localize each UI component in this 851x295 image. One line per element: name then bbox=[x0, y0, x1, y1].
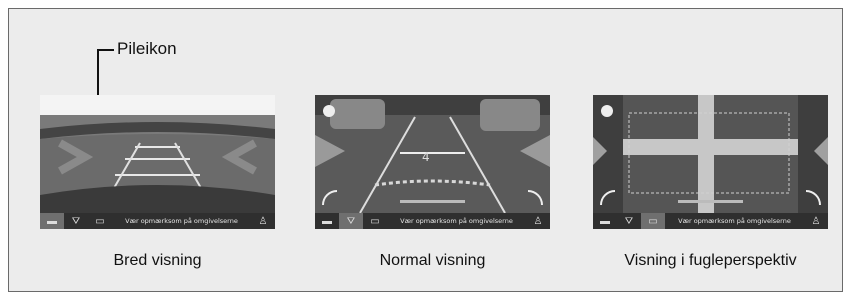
normal-view-icon[interactable]: ⛛ bbox=[64, 213, 88, 229]
svg-text:4: 4 bbox=[422, 150, 430, 164]
normal-view-camera-image: 4 ▬ ⛛ ▭ Vær opmærksom på omgivelserne ♙ bbox=[315, 95, 550, 229]
top-view-icon[interactable]: ▭ bbox=[363, 213, 387, 229]
normal-view-icon[interactable]: ⛛ bbox=[339, 213, 363, 229]
wide-view-icon[interactable]: ▬ bbox=[315, 213, 339, 229]
callout-label: Pileikon bbox=[117, 39, 177, 58]
wide-view-caption: Bred visning bbox=[113, 252, 202, 269]
camera-views-panel: Pileikon ▬ ⛛ ▭ Vær opmærksom på omgivels… bbox=[8, 8, 843, 292]
camera-toolbar: ▬ ⛛ ▭ Vær opmærksom på omgivelserne ♙ bbox=[315, 213, 550, 229]
wide-view-icon[interactable]: ▬ bbox=[593, 213, 617, 229]
top-view-icon[interactable]: ▭ bbox=[88, 213, 112, 229]
top-view-caption: Visning i fugleperspektiv bbox=[624, 252, 797, 269]
camera-toolbar: ▬ ⛛ ▭ Vær opmærksom på omgivelserne ♙ bbox=[593, 213, 828, 229]
wide-view-scene bbox=[40, 95, 275, 213]
top-view-camera-image: ▬ ⛛ ▭ Vær opmærksom på omgivelserne ♙ bbox=[593, 95, 828, 229]
wide-view-camera-image: ▬ ⛛ ▭ Vær opmærksom på omgivelserne ♙ bbox=[40, 95, 275, 229]
normal-view-scene: 4 bbox=[315, 95, 550, 213]
parking-sensor-icon[interactable]: ♙ bbox=[526, 213, 550, 229]
normal-view-caption: Normal visning bbox=[379, 252, 486, 269]
wide-view-icon[interactable]: ▬ bbox=[40, 213, 64, 229]
parking-sensor-icon[interactable]: ♙ bbox=[251, 213, 275, 229]
status-message: Vær opmærksom på omgivelserne bbox=[678, 217, 791, 225]
status-message: Vær opmærksom på omgivelserne bbox=[400, 217, 513, 225]
top-view-scene bbox=[593, 95, 828, 213]
normal-view-icon[interactable]: ⛛ bbox=[617, 213, 641, 229]
callout-line bbox=[97, 49, 114, 51]
top-view-icon[interactable]: ▭ bbox=[641, 213, 665, 229]
camera-toolbar: ▬ ⛛ ▭ Vær opmærksom på omgivelserne ♙ bbox=[40, 213, 275, 229]
parking-sensor-icon[interactable]: ♙ bbox=[804, 213, 828, 229]
status-message: Vær opmærksom på omgivelserne bbox=[125, 217, 238, 225]
